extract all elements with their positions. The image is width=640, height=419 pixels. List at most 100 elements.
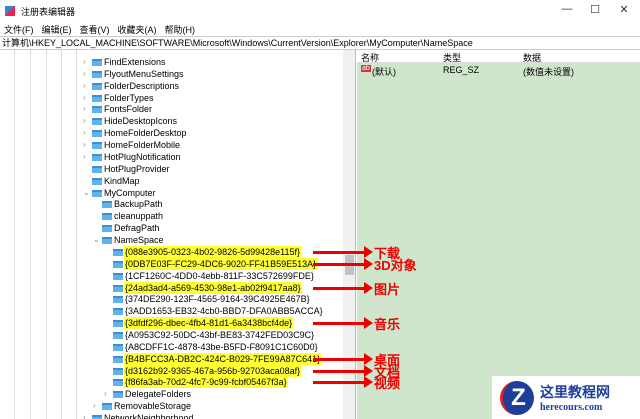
annotation-arrow xyxy=(313,281,373,294)
annotation-arrow xyxy=(313,376,373,389)
annotation-arrow xyxy=(313,364,373,377)
expand-chevron-icon[interactable]: › xyxy=(83,68,86,80)
folder-icon xyxy=(92,415,102,419)
tree-item-label: HotPlugNotification xyxy=(104,151,181,162)
tree-item-label: {0DB7E03F-FC29-4DC6-9020-FF41B59E513A} xyxy=(124,257,318,270)
expand-chevron-icon[interactable]: ⌄ xyxy=(93,234,100,246)
expand-chevron-icon[interactable]: › xyxy=(83,412,86,419)
tree-guide xyxy=(30,50,31,419)
tree-item-label: {d3162b92-9365-467a-956b-92703aca08af} xyxy=(124,364,302,377)
annotation-arrow xyxy=(313,257,373,270)
folder-icon xyxy=(92,130,102,138)
tree-item-label: {24ad3ad4-a569-4530-98e1-ab02f9417aa8} xyxy=(124,281,302,294)
folder-icon xyxy=(113,308,123,316)
tree-item-label: BackupPath xyxy=(114,199,163,210)
folder-icon xyxy=(92,82,102,90)
list-header: 名称 类型 数据 xyxy=(357,50,640,63)
annotation-label: 音乐 xyxy=(374,317,401,333)
regedit-icon xyxy=(5,6,15,16)
tree-item-label: {A8CDFF1C-4878-43be-B5FD-F8091C1C60D0} xyxy=(125,341,318,352)
minimize-button[interactable]: — xyxy=(557,3,577,15)
tree-item-label: DefragPath xyxy=(114,223,160,234)
folder-icon xyxy=(92,70,102,78)
folder-icon xyxy=(113,296,123,304)
annotation-arrow xyxy=(313,352,373,365)
folder-icon xyxy=(92,165,102,173)
folder-icon xyxy=(113,355,123,363)
logo-name: 这里教程网 xyxy=(540,384,610,400)
value-name: (默认) xyxy=(372,67,396,77)
folder-icon xyxy=(92,118,102,126)
folder-icon xyxy=(113,332,123,339)
address-bar[interactable]: 计算机\HKEY_LOCAL_MACHINE\SOFTWARE\Microsof… xyxy=(0,36,640,50)
folder-icon xyxy=(102,201,112,209)
folder-icon xyxy=(102,403,112,411)
tree-item-label: {3dfdf296-dbec-4fb4-81d1-6a3438bcf4de} xyxy=(124,317,294,330)
annotation-arrow xyxy=(313,317,373,330)
logo-badge: Z xyxy=(500,380,534,415)
tree-item-label: FontsFolder xyxy=(104,104,153,115)
watermark-logo: Z 这里教程网 herecours.com xyxy=(492,376,640,419)
annotation-label: 图片 xyxy=(374,281,401,297)
expand-chevron-icon[interactable]: › xyxy=(83,80,86,92)
menu-favorites[interactable]: 收藏夹(A) xyxy=(118,23,157,36)
expand-chevron-icon[interactable]: › xyxy=(83,151,86,163)
folder-icon xyxy=(92,189,102,197)
col-data[interactable]: 数据 xyxy=(523,51,541,64)
folder-icon xyxy=(102,237,112,245)
folder-icon xyxy=(113,367,123,375)
folder-icon xyxy=(113,260,123,268)
tree-item-label: HideDesktopIcons xyxy=(104,116,178,127)
menu-edit[interactable]: 编辑(E) xyxy=(42,23,72,36)
folder-icon xyxy=(113,379,123,387)
menu-view[interactable]: 查看(V) xyxy=(80,23,110,36)
tree-guide xyxy=(61,50,62,419)
close-button[interactable]: ✕ xyxy=(614,3,634,16)
menu-file[interactable]: 文件(F) xyxy=(4,23,34,36)
expand-chevron-icon[interactable]: › xyxy=(83,127,86,139)
expand-chevron-icon[interactable]: › xyxy=(83,115,86,127)
expand-chevron-icon[interactable]: ⌄ xyxy=(83,187,90,199)
tree-item-label: FlyoutMenuSettings xyxy=(104,68,184,79)
menu-help[interactable]: 帮助(H) xyxy=(165,23,196,36)
tree-item-label: {B4BFCC3A-DB2C-424C-B029-7FE99A87C641} xyxy=(124,352,322,365)
tree-item-label: {1CF1260C-4DD0-4ebb-811F-33C572699FDE} xyxy=(125,270,314,281)
maximize-button[interactable]: ☐ xyxy=(585,3,605,16)
tree-item-label: {3ADD1653-EB32-4cb0-BBD7-DFA0ABB5ACCA} xyxy=(125,306,323,317)
col-name[interactable]: 名称 xyxy=(361,51,379,64)
folder-icon xyxy=(113,391,123,399)
tree-guide xyxy=(76,50,77,419)
window-title: 注册表编辑器 xyxy=(21,6,76,17)
tree-pane: › FindExtensions › FlyoutMenuSettings › Fo… xyxy=(0,50,356,419)
tree-item-label: FolderTypes xyxy=(104,92,154,103)
folder-icon xyxy=(113,272,123,280)
value-data: (数值未设置) xyxy=(523,67,574,77)
tree-item-label: HomeFolderDesktop xyxy=(104,128,187,139)
string-value-icon: ab xyxy=(361,65,371,72)
tree-item-label: HomeFolderMobile xyxy=(104,140,181,151)
expand-chevron-icon[interactable]: › xyxy=(83,92,86,104)
tree-item-label: FolderDescriptions xyxy=(104,80,180,91)
annotation-arrow xyxy=(313,245,373,258)
folder-icon xyxy=(92,177,102,185)
tree-item-label: FindExtensions xyxy=(104,57,166,67)
folder-icon xyxy=(113,248,123,256)
expand-chevron-icon[interactable]: › xyxy=(83,139,86,151)
expand-chevron-icon[interactable]: › xyxy=(83,56,86,68)
expand-chevron-icon[interactable]: › xyxy=(104,388,107,400)
tree-item-label: HotPlugProvider xyxy=(104,163,170,174)
logo-url: herecours.com xyxy=(540,402,603,413)
folder-icon xyxy=(92,106,102,114)
tree-item-label: MyComputer xyxy=(104,187,156,198)
expand-chevron-icon[interactable]: › xyxy=(93,400,96,412)
tree-item-label: {374DE290-123F-4565-9164-39C4925E467B} xyxy=(125,294,310,305)
col-type[interactable]: 类型 xyxy=(443,51,461,64)
expand-chevron-icon[interactable]: › xyxy=(83,103,86,115)
tree-scrollbar[interactable] xyxy=(343,50,355,419)
annotation-label: 视频 xyxy=(374,376,401,392)
folder-icon xyxy=(92,142,102,150)
value-row[interactable]: ab (默认) REG_SZ (数值未设置) xyxy=(357,64,640,77)
tree-guide xyxy=(46,50,47,419)
tree-item-label: {088e3905-0323-4b02-9826-5d99428e115f} xyxy=(124,245,301,258)
tree-item-label: NetworkNeighborhood xyxy=(104,413,194,419)
